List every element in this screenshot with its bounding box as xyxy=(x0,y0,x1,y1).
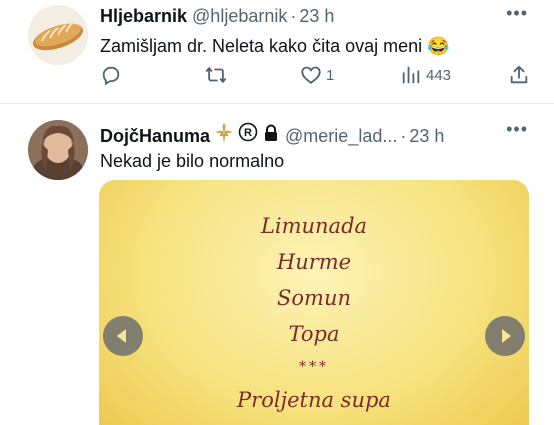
previous-image-button[interactable] xyxy=(103,316,143,356)
tweet-header: Hljebarnik @hljebarnik · 23 h xyxy=(100,6,334,27)
user-handle[interactable]: @hljebarnik xyxy=(192,6,287,27)
avatar[interactable] xyxy=(28,120,88,180)
display-name[interactable]: Hljebarnik xyxy=(100,6,187,27)
bread-icon xyxy=(28,5,88,65)
more-options-icon[interactable]: ••• xyxy=(506,3,528,24)
tweet-actions: 1 443 xyxy=(100,64,532,88)
menu-item: Proljetna supa xyxy=(237,388,391,412)
views-button[interactable]: 443 xyxy=(400,64,451,86)
menu-list: Limunada Hurme Somun Topa *** Proljetna … xyxy=(99,208,529,418)
heart-icon xyxy=(301,66,321,84)
tweet-text: Nekad je bilo normalno xyxy=(100,151,285,171)
chevron-left-icon xyxy=(117,329,126,343)
tweet-header: DojčHanuma R @merie_lad... · 23 h xyxy=(100,122,444,147)
display-name[interactable]: DojčHanuma xyxy=(100,126,210,147)
next-image-button[interactable] xyxy=(485,316,525,356)
tweet-media[interactable]: Limunada Hurme Somun Topa *** Proljetna … xyxy=(99,180,529,425)
like-button[interactable]: 1 xyxy=(300,64,334,86)
svg-text:R: R xyxy=(244,127,252,139)
retweet-button[interactable] xyxy=(204,64,232,86)
profile-photo-icon xyxy=(28,120,88,180)
analytics-icon xyxy=(402,66,420,84)
reply-button[interactable] xyxy=(100,64,126,86)
fleur-de-lis-icon xyxy=(214,122,234,142)
view-count: 443 xyxy=(426,66,452,84)
user-handle[interactable]: @merie_lad... xyxy=(285,126,397,147)
share-icon xyxy=(510,65,528,84)
registered-icon: R xyxy=(238,122,258,142)
separator-dot: · xyxy=(290,6,297,26)
chevron-right-icon xyxy=(502,329,511,343)
share-button[interactable] xyxy=(508,64,530,86)
timestamp[interactable]: 23 h xyxy=(409,126,444,147)
tweet-body: Zamišljam dr. Neleta kako čita ovaj meni xyxy=(100,36,423,56)
tweet-text: Zamišljam dr. Neleta kako čita ovaj meni… xyxy=(100,35,450,57)
menu-item: Topa xyxy=(288,322,340,346)
menu-item: Hurme xyxy=(276,250,352,274)
tweet[interactable]: DojčHanuma R @merie_lad... · 23 h ••• Ne… xyxy=(0,106,554,425)
tweet[interactable]: Hljebarnik @hljebarnik · 23 h ••• Zamišl… xyxy=(0,0,554,100)
more-options-icon[interactable]: ••• xyxy=(506,119,528,140)
menu-separator: *** xyxy=(299,359,329,375)
lock-icon xyxy=(262,124,280,142)
laughing-emoji-icon: 😂 xyxy=(427,36,450,56)
avatar[interactable] xyxy=(28,5,88,65)
timestamp[interactable]: 23 h xyxy=(299,6,334,27)
reply-icon xyxy=(102,66,120,86)
retweet-icon xyxy=(205,67,227,83)
tweet-divider xyxy=(0,103,554,104)
separator-dot: · xyxy=(400,126,407,146)
menu-item: Limunada xyxy=(260,214,368,238)
menu-item: Somun xyxy=(277,286,351,310)
like-count: 1 xyxy=(326,66,335,84)
